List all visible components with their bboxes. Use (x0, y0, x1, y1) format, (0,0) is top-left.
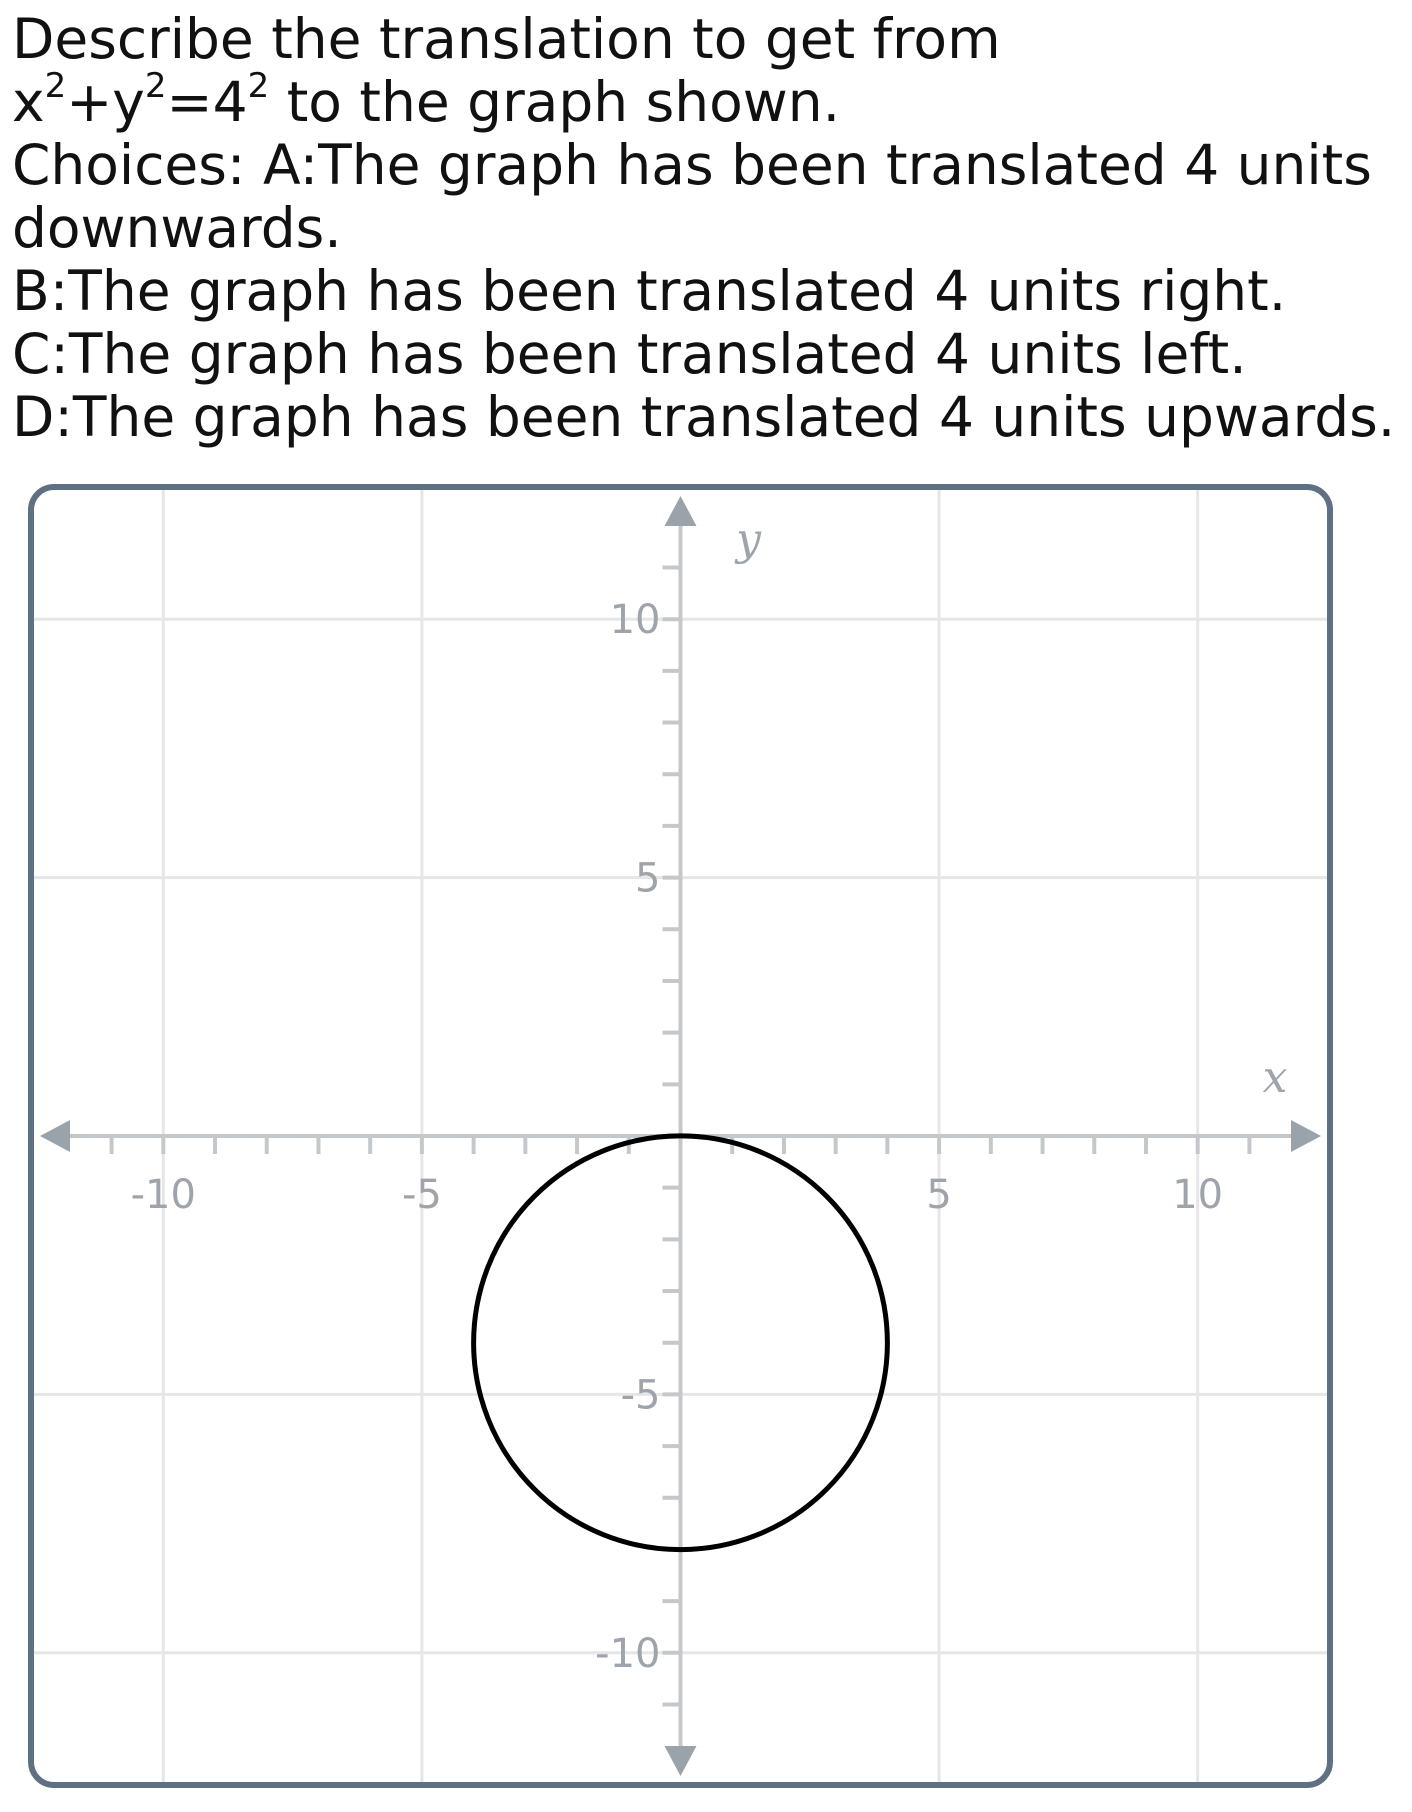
question-equation-line: x2+y2=42 to the graph shown. (12, 69, 1407, 134)
y-axis-name: y (734, 514, 762, 565)
tick-labels: -10 -5 5 10 10 5 -5 -10 x y (131, 514, 1288, 1677)
coordinate-plane: -10 -5 5 10 10 5 -5 -10 x y (34, 490, 1327, 1782)
x-tick-label: 10 (1172, 1172, 1223, 1218)
y-tick-label: -5 (621, 1372, 661, 1418)
x-tick-label: -10 (131, 1172, 196, 1218)
y-axis-top-arrow-icon (664, 496, 697, 526)
question-tail: to the graph shown. (269, 70, 841, 134)
equation-x: x (12, 70, 45, 134)
y-tick-label: 10 (610, 597, 661, 643)
y-tick-label: -10 (595, 1631, 660, 1677)
equation-plus: + (66, 70, 113, 134)
choice-d: D:The graph has been translated 4 units … (12, 385, 1396, 449)
choice-b: B:The graph has been translated 4 units … (12, 259, 1287, 323)
equation-x-exponent: 2 (44, 66, 67, 106)
x-tick-label: 5 (926, 1172, 951, 1218)
graph-panel: -10 -5 5 10 10 5 -5 -10 x y (28, 484, 1333, 1788)
x-axis-left-arrow-icon (40, 1120, 70, 1152)
x-tick-label: -5 (402, 1172, 442, 1218)
y-axis-bottom-arrow-icon (664, 1746, 697, 1776)
equation-radius-exponent: 2 (247, 66, 270, 106)
choices-prefix: Choices: (12, 133, 263, 197)
question-text: Describe the translation to get from x2+… (12, 8, 1407, 449)
y-tick-label: 5 (635, 856, 660, 902)
choice-c: C:The graph has been translated 4 units … (12, 322, 1247, 386)
equation-equals: = (166, 70, 213, 134)
equation-y: y (112, 70, 145, 134)
equation-y-exponent: 2 (144, 66, 167, 106)
equation-radius: 4 (212, 70, 248, 134)
question-line-1: Describe the translation to get from (12, 7, 1001, 71)
x-axis-name: x (1263, 1052, 1288, 1103)
choice-a: Choices: A:The graph has been translated… (12, 134, 1407, 260)
x-axis-right-arrow-icon (1291, 1120, 1321, 1152)
